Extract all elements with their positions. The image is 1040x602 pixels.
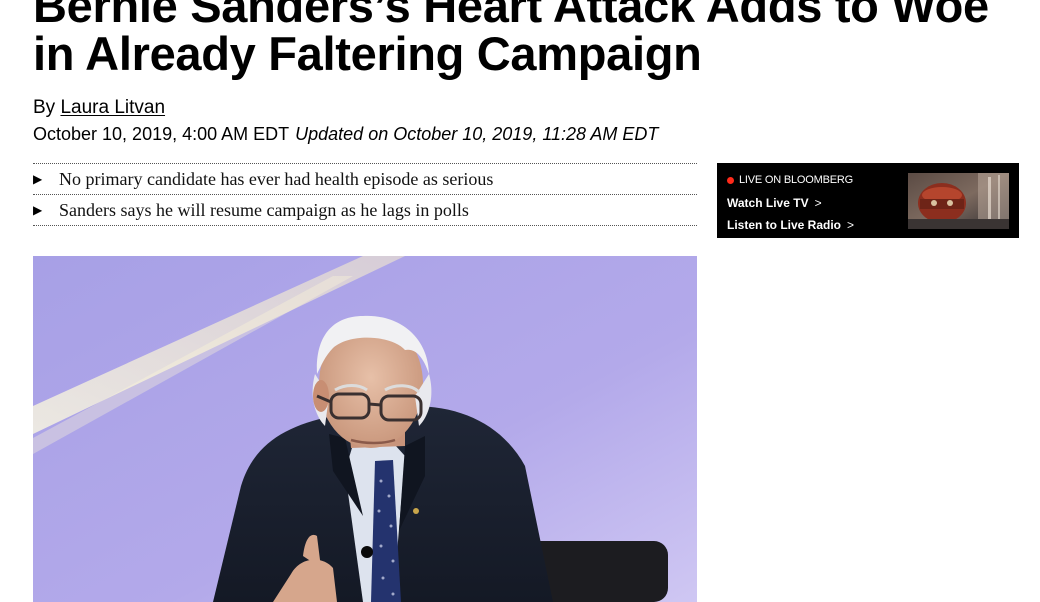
bullet-arrow-icon: ▶ bbox=[33, 203, 43, 217]
watch-live-tv-link[interactable]: Watch Live TV > bbox=[727, 196, 822, 210]
live-tv-thumbnail[interactable] bbox=[908, 173, 1009, 229]
author-link[interactable]: Laura Litvan bbox=[60, 97, 165, 118]
summary-bullet: ▶ Sanders says he will resume campaign a… bbox=[33, 195, 697, 226]
summary-bullet-text: No primary candidate has ever had health… bbox=[59, 169, 494, 189]
dateline: October 10, 2019, 4:00 AM EDT Updated on … bbox=[33, 122, 658, 146]
byline-prefix: By bbox=[33, 97, 61, 118]
summary-bullet: ▶ No primary candidate has ever had heal… bbox=[33, 164, 697, 195]
live-label-text: LIVE ON BLOOMBERG bbox=[739, 174, 853, 186]
bullet-arrow-icon: ▶ bbox=[33, 172, 43, 186]
summary-bullet-text: Sanders says he will resume campaign as … bbox=[59, 200, 469, 220]
byline: By Laura Litvan bbox=[33, 96, 165, 120]
listen-live-radio-label: Listen to Live Radio bbox=[727, 218, 842, 232]
updated-date: Updated on October 10, 2019, 11:28 AM ED… bbox=[295, 124, 659, 144]
headline-line-2: in Already Faltering Campaign bbox=[33, 27, 702, 80]
bernie-sanders-photo bbox=[33, 256, 697, 602]
live-dot-icon bbox=[727, 177, 734, 184]
watch-live-tv-label: Watch Live TV bbox=[727, 196, 809, 210]
published-date: October 10, 2019, 4:00 AM EDT bbox=[33, 124, 290, 144]
listen-live-radio-link[interactable]: Listen to Live Radio > bbox=[727, 218, 854, 232]
summary-bullets: ▶ No primary candidate has ever had heal… bbox=[33, 163, 697, 226]
chevron-right-icon: > bbox=[847, 218, 855, 232]
live-label: LIVE ON BLOOMBERG bbox=[727, 174, 853, 187]
hero-photo bbox=[33, 256, 697, 602]
live-tv-thumbnail-image bbox=[908, 173, 1009, 229]
chevron-right-icon: > bbox=[814, 196, 822, 210]
headline-line-1: Bernie Sanders’s Heart Attack Adds to Wo… bbox=[33, 0, 989, 32]
live-on-bloomberg-box: LIVE ON BLOOMBERG Watch Live TV > Listen … bbox=[717, 163, 1019, 238]
article-headline: Bernie Sanders’s Heart Attack Adds to Wo… bbox=[33, 0, 1033, 78]
